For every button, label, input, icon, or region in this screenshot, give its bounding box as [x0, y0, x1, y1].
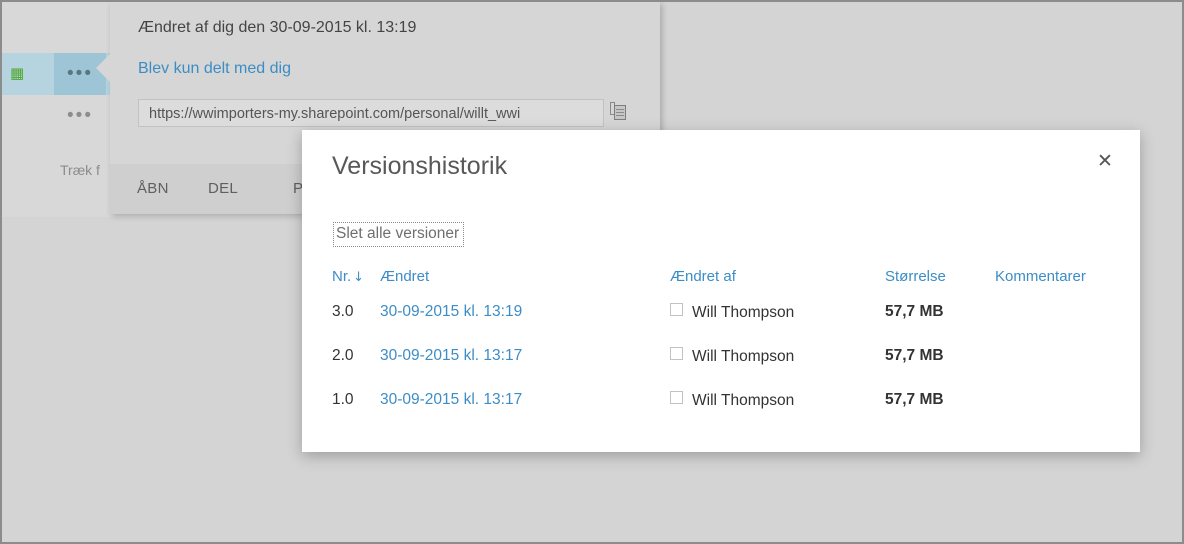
cell-modified-by: Will Thompson [670, 391, 885, 435]
open-button[interactable]: ÅBN [137, 164, 169, 214]
cell-version-number: 3.0 [332, 303, 354, 320]
modified-by-name: Will Thompson [692, 392, 795, 409]
share-url-field[interactable] [138, 99, 604, 128]
version-table-body: 3.0 30-09-2015 kl. 13:19 Will Thompson 57,7… [332, 303, 1112, 435]
share-button[interactable]: DEL [208, 164, 238, 214]
dialog-title: Versionshistorik [332, 152, 508, 180]
avatar-placeholder-icon [670, 347, 683, 360]
cell-version-number: 2.0 [332, 347, 354, 364]
version-date-link[interactable]: 30-09-2015 kl. 13:19 [380, 303, 522, 320]
cell-modified-by: Will Thompson [670, 303, 885, 347]
screen-root: M ▦ ••• ••• 1 Træk f Ændret af dig den 3… [0, 0, 1184, 544]
column-header-modified[interactable]: Ændret [380, 268, 670, 303]
callout-beak [96, 54, 110, 82]
sort-descending-icon: ↓ [353, 270, 365, 285]
cell-size: 57,7 MB [885, 303, 944, 320]
modified-by-name: Will Thompson [692, 304, 795, 321]
column-header-size[interactable]: Størrelse [885, 268, 995, 303]
close-icon[interactable]: ✕ [1088, 144, 1122, 178]
cell-modified-by: Will Thompson [670, 347, 885, 391]
table-row[interactable]: 2.0 30-09-2015 kl. 13:17 Will Thompson 57,7… [332, 347, 1112, 391]
callout-modified-text: Ændret af dig den 30-09-2015 kl. 13:19 [138, 19, 417, 36]
cell-size: 57,7 MB [885, 347, 944, 364]
share-url-input[interactable] [147, 100, 591, 128]
excel-icon: ▦ [10, 64, 25, 82]
drag-files-hint: Træk f [60, 162, 100, 178]
cell-comments [995, 347, 1112, 391]
version-table-header-row: Nr. ↓ Ændret Ændret af Størrelse Kommenta… [332, 268, 1112, 303]
callout-share-status-link[interactable]: Blev kun delt med dig [138, 60, 291, 78]
column-header-number-label: Nr. [332, 268, 352, 285]
version-date-link[interactable]: 30-09-2015 kl. 13:17 [380, 391, 522, 408]
cell-comments [995, 303, 1112, 347]
version-history-table: Nr. ↓ Ændret Ændret af Størrelse Kommenta… [332, 268, 1112, 435]
avatar-placeholder-icon [670, 391, 683, 404]
avatar-placeholder-icon [670, 303, 683, 316]
cell-version-number: 1.0 [332, 391, 354, 408]
cell-modified: 30-09-2015 kl. 13:19 [380, 303, 670, 347]
cell-size: 57,7 MB [885, 391, 944, 408]
version-date-link[interactable]: 30-09-2015 kl. 13:17 [380, 347, 522, 364]
table-row[interactable]: 1.0 30-09-2015 kl. 13:17 Will Thompson 57,7… [332, 391, 1112, 435]
delete-all-versions-button[interactable]: Slet alle versioner [333, 222, 465, 247]
cell-comments [995, 391, 1112, 435]
cell-modified: 30-09-2015 kl. 13:17 [380, 347, 670, 391]
column-header-modified-by[interactable]: Ændret af [670, 268, 885, 303]
version-history-dialog: Versionshistorik ✕ Slet alle versioner N… [302, 130, 1140, 452]
column-header-comments[interactable]: Kommentarer [995, 268, 1112, 303]
column-header-number[interactable]: Nr. ↓ [332, 268, 380, 303]
modified-by-name: Will Thompson [692, 348, 795, 365]
version-table-head: Nr. ↓ Ændret Ændret af Størrelse Kommenta… [332, 268, 1112, 303]
cell-modified: 30-09-2015 kl. 13:17 [380, 391, 670, 435]
table-row[interactable]: 3.0 30-09-2015 kl. 13:19 Will Thompson 57,7… [332, 303, 1112, 347]
copy-icon[interactable] [610, 102, 628, 122]
file-row-overflow-menu-button-2[interactable]: ••• [54, 96, 106, 136]
